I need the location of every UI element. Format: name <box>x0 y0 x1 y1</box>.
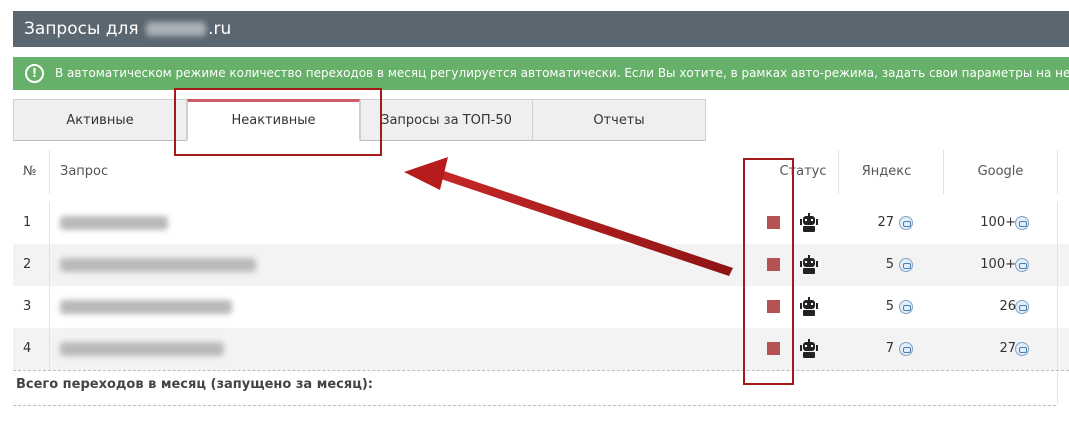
robot-icon[interactable] <box>800 339 818 359</box>
tab-active[interactable]: Активные <box>13 99 187 141</box>
page-header: Запросы для .ru <box>13 11 1069 47</box>
exclamation-icon: ! <box>25 64 44 83</box>
row-number: 2 <box>23 257 32 272</box>
queries-table: № Запрос Статус Яндекс Google 1 27 100+ … <box>13 150 1069 404</box>
table-header-row: № Запрос Статус Яндекс Google <box>13 150 1069 194</box>
table-row[interactable]: 3 5 26 <box>13 286 1069 328</box>
robot-icon[interactable] <box>800 255 818 275</box>
robot-icon[interactable] <box>800 213 818 233</box>
total-row: Всего переходов в месяц (запущено за мес… <box>13 370 1069 404</box>
yandex-view-icon[interactable] <box>899 342 913 356</box>
column-header-query[interactable]: Запрос <box>60 150 760 194</box>
tab-top50[interactable]: Запросы за ТОП-50 <box>360 99 533 141</box>
query-text <box>60 202 760 244</box>
notice-text: В автоматическом режиме количество перех… <box>55 66 1069 80</box>
table-row[interactable]: 2 5 100+ <box>13 244 1069 286</box>
query-text <box>60 328 760 370</box>
status-stopped-icon[interactable] <box>767 258 780 271</box>
google-view-icon[interactable] <box>1015 342 1029 356</box>
yandex-view-icon[interactable] <box>899 300 913 314</box>
google-position: 100+ <box>980 257 1016 272</box>
tab-reports[interactable]: Отчеты <box>532 99 706 141</box>
yandex-position: 7 <box>885 341 894 356</box>
yandex-view-icon[interactable] <box>899 258 913 272</box>
query-text <box>60 286 760 328</box>
page-title-suffix: .ru <box>208 19 232 39</box>
google-view-icon[interactable] <box>1015 216 1029 230</box>
column-header-yandex[interactable]: Яндекс <box>829 150 944 194</box>
google-position: 100+ <box>980 215 1016 230</box>
google-view-icon[interactable] <box>1015 258 1029 272</box>
yandex-position: 5 <box>885 299 894 314</box>
google-position: 26 <box>999 299 1016 314</box>
column-header-num: № <box>23 164 37 179</box>
yandex-view-icon[interactable] <box>899 216 913 230</box>
total-label: Всего переходов в месяц (запущено за мес… <box>16 377 373 392</box>
google-view-icon[interactable] <box>1015 300 1029 314</box>
yandex-position: 5 <box>885 257 894 272</box>
blurred-domain <box>146 22 207 36</box>
info-notice: ! В автоматическом режиме количество пер… <box>13 57 1069 90</box>
status-stopped-icon[interactable] <box>767 300 780 313</box>
page-title-prefix: Запросы для <box>24 19 139 39</box>
tab-inactive[interactable]: Неактивные <box>187 99 360 141</box>
robot-icon[interactable] <box>800 297 818 317</box>
row-number: 4 <box>23 341 32 356</box>
google-position: 27 <box>999 341 1016 356</box>
table-row[interactable]: 4 7 27 <box>13 328 1069 370</box>
query-text <box>60 244 760 286</box>
row-number: 3 <box>23 299 32 314</box>
status-stopped-icon[interactable] <box>767 342 780 355</box>
yandex-position: 27 <box>877 215 894 230</box>
column-header-google[interactable]: Google <box>943 150 1058 194</box>
row-number: 1 <box>23 215 32 230</box>
table-row[interactable]: 1 27 100+ <box>13 202 1069 244</box>
divider <box>13 405 1056 406</box>
status-stopped-icon[interactable] <box>767 216 780 229</box>
